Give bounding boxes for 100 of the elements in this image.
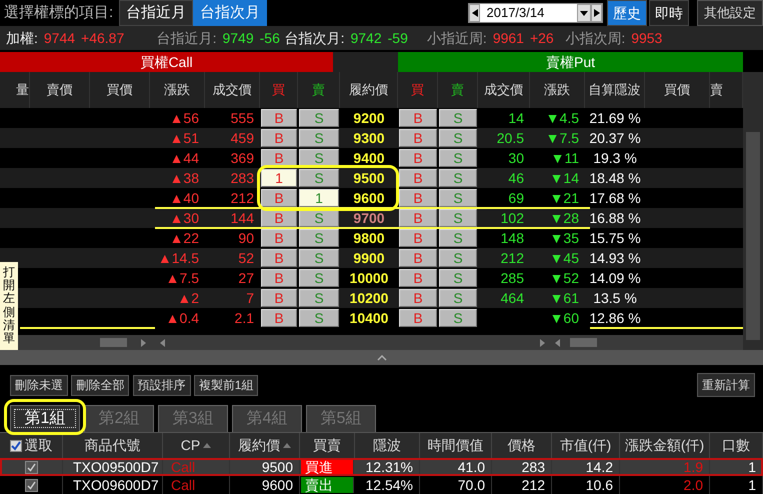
strike-cell-text: 9600 (352, 188, 386, 208)
price-cell-text: 7 (245, 288, 255, 308)
order-button[interactable]: B (261, 289, 297, 307)
order-button[interactable]: S (439, 169, 477, 187)
column-header: 時間價值 (428, 436, 484, 455)
checkbox[interactable] (24, 460, 38, 474)
order-button[interactable]: B (399, 209, 437, 227)
column-header: 市值(仟) (560, 436, 612, 455)
mode-tab[interactable]: 即時 (649, 0, 689, 26)
scroll-right-icon[interactable] (540, 338, 545, 346)
quote-label: 加權: (6, 28, 38, 48)
previous-icon[interactable] (472, 9, 478, 17)
change-cell-text: ▼61 (548, 288, 580, 308)
order-button[interactable]: S (299, 109, 339, 127)
group-tab[interactable]: 第5組 (306, 405, 376, 432)
column-header: 自算隱波 (585, 72, 645, 108)
underlying-tab[interactable]: 台指近月 (119, 0, 194, 26)
order-button[interactable]: B (399, 229, 437, 247)
order-button[interactable]: S (439, 129, 477, 147)
strike-cell-text: 9300 (352, 128, 386, 148)
group-tab[interactable]: 第2組 (84, 405, 154, 432)
order-button[interactable]: S (439, 109, 477, 127)
scroll-thumb[interactable] (570, 338, 597, 347)
selector-label: 選擇權標的項目: (3, 3, 114, 23)
order-button[interactable]: S (299, 269, 339, 287)
next-icon[interactable] (594, 9, 600, 17)
toolbar-button[interactable]: 複製前1組 (194, 374, 258, 396)
order-button[interactable]: B (261, 189, 297, 207)
order-button[interactable]: S (439, 289, 477, 307)
order-button[interactable]: B (399, 309, 437, 327)
mode-tab[interactable]: 歷史 (607, 0, 647, 26)
order-button[interactable]: 1 (299, 189, 339, 207)
order-button[interactable]: S (439, 249, 477, 267)
change-cell-text: ▲30 (168, 208, 200, 228)
checkbox[interactable] (10, 440, 22, 452)
order-button[interactable]: S (439, 149, 477, 167)
table-cell: 41.0 (420, 458, 492, 476)
scroll-thumb[interactable] (100, 338, 127, 347)
order-button[interactable]: S (439, 189, 477, 207)
order-button[interactable]: B (399, 129, 437, 147)
order-button[interactable]: B (399, 169, 437, 187)
group-tab[interactable]: 第3組 (158, 405, 228, 432)
order-button[interactable]: S (299, 309, 339, 327)
strike-cell-text: 10400 (348, 308, 390, 328)
order-button[interactable]: S (299, 289, 339, 307)
order-button[interactable]: S (439, 269, 477, 287)
toolbar-button[interactable]: 刪除未選 (10, 374, 68, 396)
order-button[interactable]: B (399, 249, 437, 267)
scroll-left-icon[interactable] (160, 338, 165, 346)
order-button[interactable]: B (261, 149, 297, 167)
quote-label: 小指近周: (426, 28, 487, 48)
recalculate-button[interactable]: 重新計算 (697, 373, 755, 397)
change-cell-text: ▼14 (548, 168, 580, 188)
side-panel-tab[interactable]: 打開左側清單 (0, 262, 18, 350)
strike-cell-text: 9900 (352, 248, 386, 268)
order-button[interactable]: S (299, 169, 339, 187)
scrollbar[interactable] (743, 72, 763, 350)
quote-label: 台指次月: (284, 28, 344, 48)
sort-icon[interactable] (203, 443, 212, 448)
order-button[interactable]: B (399, 109, 437, 127)
scroll-left-icon[interactable] (555, 338, 560, 346)
group-tab[interactable]: 第1組 (10, 405, 80, 432)
table-cell: 2.0 (620, 476, 710, 494)
order-button[interactable]: S (299, 129, 339, 147)
order-button[interactable]: B (261, 209, 297, 227)
change-cell-text: ▲0.4 (164, 308, 200, 328)
order-button[interactable]: B (399, 189, 437, 207)
checkbox[interactable] (24, 478, 38, 492)
order-button[interactable]: S (299, 249, 339, 267)
order-button[interactable]: B (261, 249, 297, 267)
order-button[interactable]: S (439, 229, 477, 247)
volatility-cell-text: 14.93 % (588, 248, 642, 268)
toolbar-button[interactable]: 預設排序 (132, 374, 190, 396)
toolbar-button[interactable]: 刪除全部 (71, 374, 130, 396)
table-cell: 9600 (230, 476, 300, 494)
order-button[interactable]: S (299, 229, 339, 247)
order-button[interactable]: B (399, 289, 437, 307)
order-button[interactable]: S (439, 309, 477, 327)
date-picker[interactable]: 2017/3/14 (468, 3, 603, 23)
scroll-right-icon[interactable] (141, 338, 146, 346)
strike-cell-text: 9400 (352, 148, 386, 168)
sort-icon[interactable] (283, 443, 291, 448)
order-button[interactable]: B (261, 269, 297, 287)
order-button[interactable]: B (261, 109, 297, 127)
dropdown-icon[interactable] (580, 10, 588, 16)
change-cell-text: ▼28 (548, 208, 580, 228)
order-button[interactable]: B (261, 129, 297, 147)
order-button[interactable]: B (261, 229, 297, 247)
change-cell-text: ▼4.5 (544, 108, 580, 128)
table-cell: 1 (710, 476, 763, 494)
order-button[interactable]: S (439, 209, 477, 227)
order-button[interactable]: B (261, 309, 297, 327)
underlying-tab[interactable]: 台指次月 (193, 0, 268, 26)
collapse-icon[interactable] (376, 354, 386, 360)
settings-button[interactable]: 其他設定 (697, 0, 763, 26)
order-button[interactable]: B (399, 269, 437, 287)
group-tab[interactable]: 第4組 (232, 405, 302, 432)
change-cell-text: ▲14.5 (156, 248, 200, 268)
order-button[interactable]: B (399, 149, 437, 167)
order-button[interactable]: 1 (261, 169, 297, 187)
